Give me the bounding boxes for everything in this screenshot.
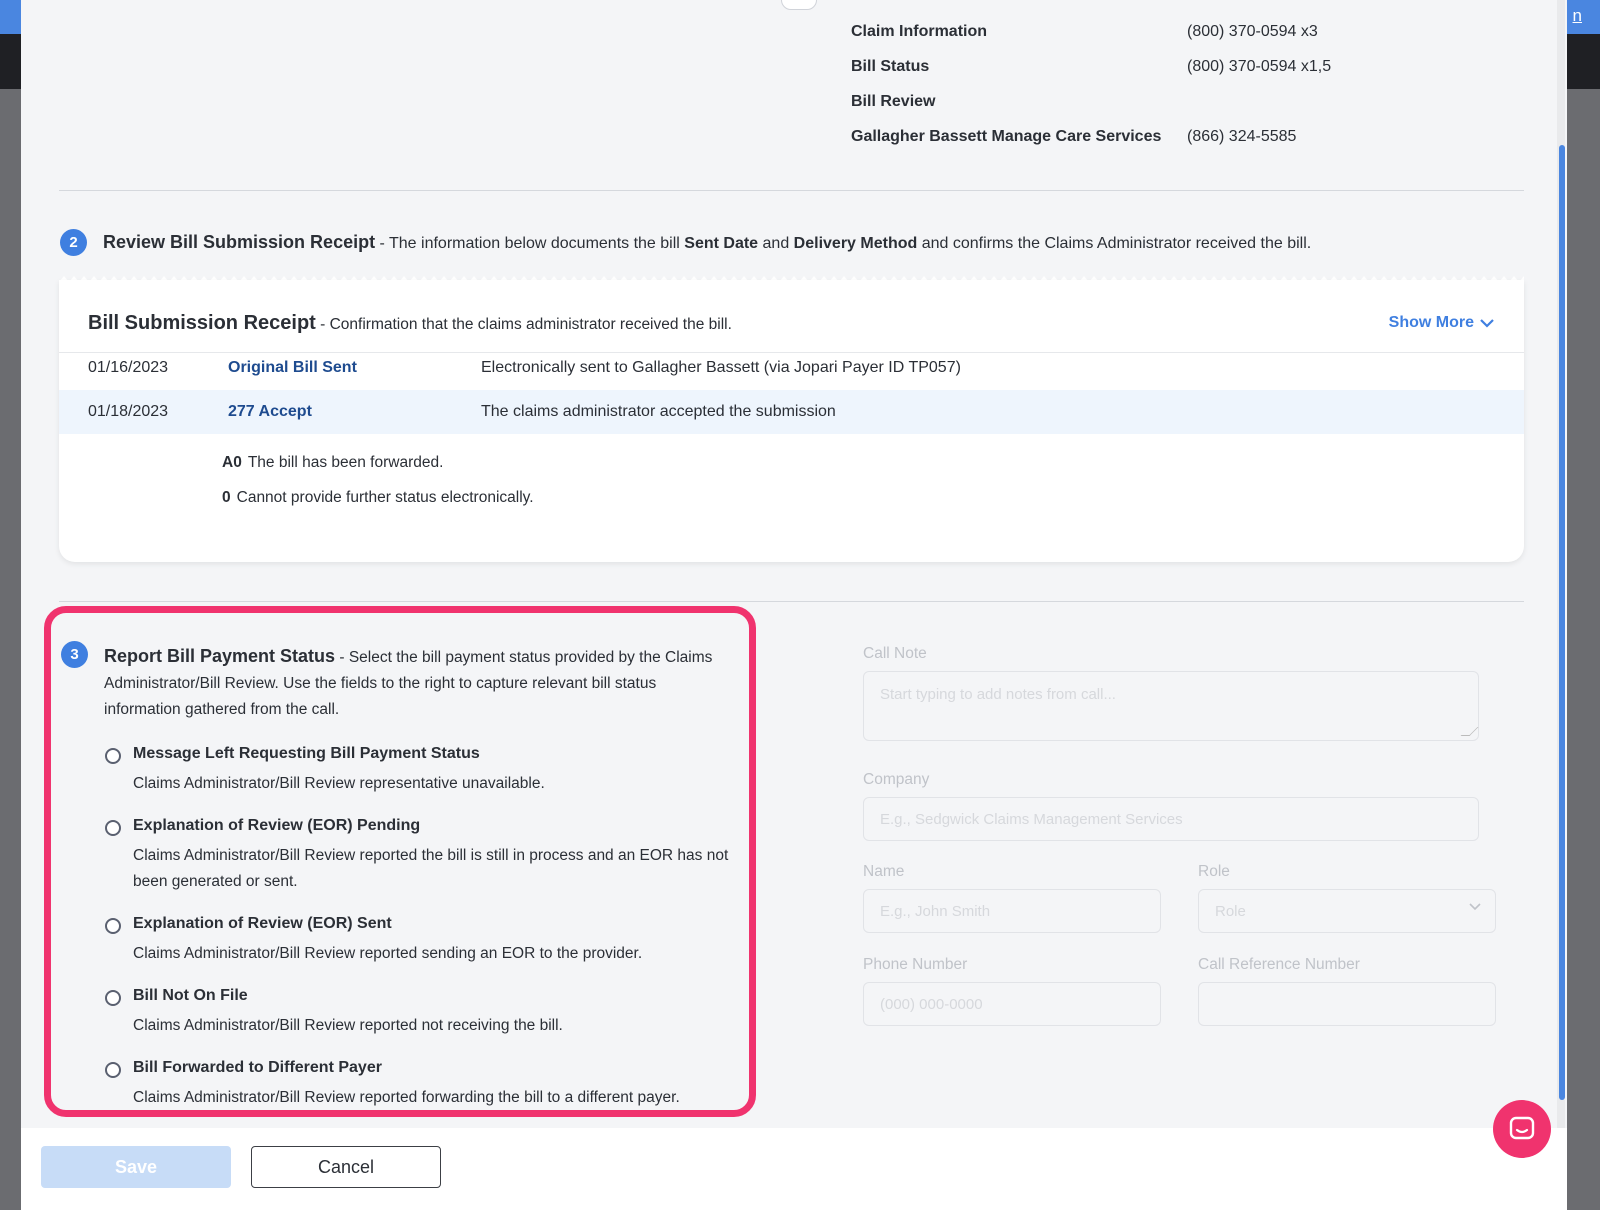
contact-phone: (800) 370-0594 x1,5 bbox=[1187, 58, 1332, 75]
company-input[interactable]: E.g., Sedgwick Claims Management Service… bbox=[863, 797, 1479, 841]
status-option-title: Message Left Requesting Bill Payment Sta… bbox=[133, 745, 480, 762]
section-divider bbox=[59, 601, 1524, 602]
contact-phone: (800) 370-0594 x3 bbox=[1187, 23, 1318, 40]
save-button[interactable]: Save bbox=[41, 1146, 231, 1188]
step-2-bold-delivery-method: Delivery Method bbox=[793, 235, 918, 252]
status-code-text: The bill has been forwarded. bbox=[247, 454, 444, 471]
receipt-type-link[interactable]: 277 Accept bbox=[228, 403, 312, 421]
show-more-label: Show More bbox=[1388, 314, 1474, 331]
call-reference-input[interactable] bbox=[1198, 982, 1496, 1026]
name-label: Name bbox=[863, 863, 905, 880]
step-3-heading: Report Bill Payment Status - Select the … bbox=[104, 643, 724, 723]
status-option-title: Bill Not On File bbox=[133, 987, 248, 1004]
phone-input[interactable]: (000) 000-0000 bbox=[863, 982, 1161, 1026]
receipt-type-link[interactable]: Original Bill Sent bbox=[228, 359, 357, 377]
step-3-title: Report Bill Payment Status bbox=[104, 646, 336, 666]
status-option-desc: Claims Administrator/Bill Review reporte… bbox=[133, 1017, 563, 1034]
radio-button[interactable] bbox=[105, 1062, 121, 1078]
chevron-down-icon bbox=[1469, 903, 1481, 911]
step-3-badge: 3 bbox=[61, 641, 88, 668]
status-option-desc: Claims Administrator/Bill Review reporte… bbox=[133, 847, 729, 890]
section-divider bbox=[59, 190, 1524, 191]
status-code-line: 0 Cannot provide further status electroni… bbox=[222, 489, 534, 507]
name-placeholder: E.g., John Smith bbox=[880, 902, 991, 920]
receipt-title: Bill Submission Receipt bbox=[88, 312, 316, 334]
status-option-desc: Claims Administrator/Bill Review reporte… bbox=[133, 1089, 680, 1106]
call-reference-label: Call Reference Number bbox=[1198, 956, 1360, 973]
status-code-text: Cannot provide further status electronic… bbox=[236, 489, 534, 506]
bill-submission-receipt: Bill Submission Receipt - Confirmation t… bbox=[59, 280, 1524, 562]
receipt-date: 01/16/2023 bbox=[88, 359, 169, 376]
modal-footer: Save Cancel bbox=[21, 1128, 1567, 1210]
radio-button[interactable] bbox=[105, 990, 121, 1006]
radio-button[interactable] bbox=[105, 748, 121, 764]
status-option-desc: Claims Administrator/Bill Review reporte… bbox=[133, 945, 643, 962]
status-option-title: Explanation of Review (EOR) Sent bbox=[133, 915, 392, 932]
status-option-title: Explanation of Review (EOR) Pending bbox=[133, 817, 421, 834]
resize-handle-icon[interactable] bbox=[1460, 727, 1479, 736]
radio-button[interactable] bbox=[105, 918, 121, 934]
step-2-badge: 2 bbox=[60, 229, 87, 256]
contact-label: Bill Status bbox=[851, 58, 930, 75]
radio-button[interactable] bbox=[105, 820, 121, 836]
name-input[interactable]: E.g., John Smith bbox=[863, 889, 1161, 933]
receipt-subtitle: - Confirmation that the claims administr… bbox=[315, 316, 732, 333]
company-label: Company bbox=[863, 771, 930, 788]
receipt-heading: Bill Submission Receipt - Confirmation t… bbox=[88, 312, 732, 335]
role-select[interactable]: Role bbox=[1198, 889, 1496, 933]
show-more-button[interactable]: Show More bbox=[1389, 314, 1494, 332]
phone-label: Phone Number bbox=[863, 956, 968, 973]
step-2-text: and confirms the Claims Administrator re… bbox=[917, 235, 1312, 252]
step-2-bold-sent-date: Sent Date bbox=[684, 235, 759, 252]
company-placeholder: E.g., Sedgwick Claims Management Service… bbox=[880, 810, 1183, 828]
call-note-placeholder: Start typing to add notes from call... bbox=[880, 686, 1116, 703]
collapse-toggle[interactable] bbox=[781, 0, 817, 10]
call-note-textarea[interactable]: Start typing to add notes from call... bbox=[863, 671, 1479, 741]
receipt-description: The claims administrator accepted the su… bbox=[481, 403, 836, 420]
bill-status-modal: Claim Information (800) 370-0594 x3 Bill… bbox=[21, 0, 1567, 1210]
receipt-row: 01/18/2023 277 Accept The claims adminis… bbox=[59, 390, 1524, 434]
contact-label: Gallagher Bassett Manage Care Services bbox=[851, 128, 1162, 145]
contact-label: Bill Review bbox=[851, 93, 936, 110]
contact-phone: (866) 324-5585 bbox=[1187, 128, 1297, 145]
cancel-button[interactable]: Cancel bbox=[251, 1146, 441, 1188]
phone-placeholder: (000) 000-0000 bbox=[880, 995, 983, 1013]
chat-icon bbox=[1509, 1116, 1535, 1140]
step-2-text: and bbox=[758, 235, 794, 252]
step-2-heading: Review Bill Submission Receipt - The inf… bbox=[103, 232, 1311, 253]
receipt-row: 01/16/2023 Original Bill Sent Electronic… bbox=[59, 346, 1524, 390]
call-note-label: Call Note bbox=[863, 645, 927, 662]
status-code: A0 bbox=[222, 454, 242, 471]
status-code-line: A0 The bill has been forwarded. bbox=[222, 454, 443, 472]
receipt-description: Electronically sent to Gallagher Bassett… bbox=[481, 359, 961, 376]
role-label: Role bbox=[1198, 863, 1230, 880]
status-option-desc: Claims Administrator/Bill Review represe… bbox=[133, 775, 545, 792]
status-code: 0 bbox=[222, 489, 231, 506]
step-2-title: Review Bill Submission Receipt bbox=[103, 232, 376, 252]
role-placeholder: Role bbox=[1215, 902, 1246, 920]
chevron-down-icon bbox=[1480, 319, 1494, 328]
receipt-date: 01/18/2023 bbox=[88, 403, 169, 420]
scrollbar-thumb[interactable] bbox=[1559, 145, 1565, 1100]
contact-label: Claim Information bbox=[851, 23, 988, 40]
chat-launcher-button[interactable] bbox=[1493, 1100, 1551, 1158]
status-option-title: Bill Forwarded to Different Payer bbox=[133, 1059, 382, 1076]
backdrop-link[interactable]: n bbox=[1573, 6, 1582, 26]
step-2-text: - The information below documents the bi… bbox=[375, 235, 685, 252]
